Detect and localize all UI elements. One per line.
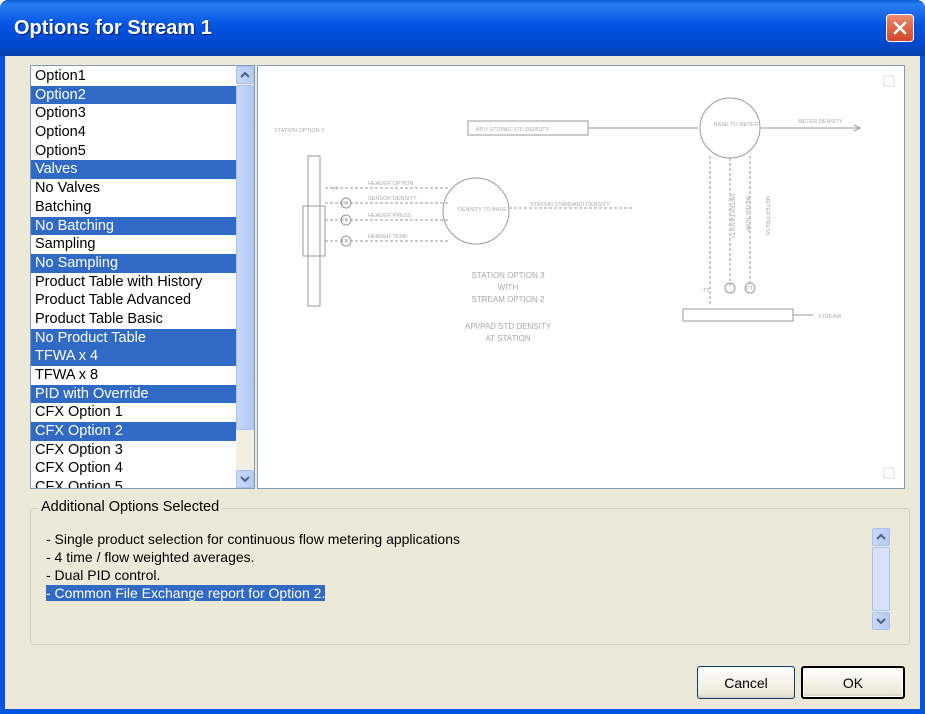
list-item[interactable]: Option5 xyxy=(31,142,237,161)
list-item[interactable]: Sampling xyxy=(31,235,237,254)
list-item[interactable]: Option1 xyxy=(31,67,237,86)
scroll-up-button[interactable] xyxy=(236,66,254,84)
window-title: Options for Stream 1 xyxy=(14,17,212,39)
meter-circle-label: BASE TO METER xyxy=(714,122,758,128)
list-item[interactable]: Option2 xyxy=(31,85,237,105)
scroll-thumb[interactable] xyxy=(236,85,254,430)
tag-2: DT xyxy=(341,201,349,207)
station-option-label: STATION OPTION 3 xyxy=(274,128,324,134)
tag-1: TT xyxy=(332,187,339,193)
text-scroll-up-button[interactable] xyxy=(872,528,890,546)
header-label-3: HEADER PRESS xyxy=(368,213,411,219)
list-item[interactable]: Product Table Advanced xyxy=(31,291,237,310)
close-button[interactable] xyxy=(886,14,914,42)
additional-option-text: - Common File Exchange report for Option… xyxy=(46,585,326,601)
options-list-items: Option1 Option2 Option3 Option4 Option5 Valve… xyxy=(31,67,237,488)
text-scroll-down-button[interactable] xyxy=(872,612,890,630)
list-item[interactable]: Batching xyxy=(31,198,237,217)
list-item[interactable]: Product Table with History xyxy=(31,273,237,292)
vertical-label-1: METER DENSITY xyxy=(729,194,735,239)
chevron-up-icon xyxy=(240,71,250,78)
options-listbox[interactable]: Option1 Option2 Option3 Option4 Option5 Valve… xyxy=(30,65,255,489)
vertical-label-2: METER TEMP xyxy=(744,196,750,232)
chevron-down-icon xyxy=(876,618,886,625)
list-item[interactable]: Option4 xyxy=(31,123,237,142)
list-item[interactable]: CFX Option 1 xyxy=(31,403,237,422)
additional-option-text: - Dual PID control. xyxy=(46,567,161,583)
additional-options-scrollbar[interactable] xyxy=(872,528,890,630)
options-dialog: Options for Stream 1 Option1 Option2 Optio… xyxy=(0,0,925,714)
list-item[interactable]: TFWA x 4 xyxy=(31,347,237,366)
scroll-down-button[interactable] xyxy=(236,470,254,488)
stream-label: STREAM xyxy=(818,314,841,320)
tag-3: PT xyxy=(341,218,349,224)
list-item[interactable]: No Batching xyxy=(31,216,237,236)
piping-diagram: STATION OPTION 3 API / STDPAD STD DENSIT… xyxy=(274,75,895,479)
list-item[interactable]: CFX Option 5 xyxy=(31,478,237,488)
list-item[interactable]: No Product Table xyxy=(31,328,237,348)
chevron-down-icon xyxy=(240,476,250,483)
window-frame-bottom xyxy=(0,709,925,714)
header-label-2: SENSOR DENSITY xyxy=(368,196,417,202)
api-box-label: API / STDPAD STD DENSITY xyxy=(476,127,550,133)
meter-tag-2: PT xyxy=(746,286,754,292)
additional-option-line: - Single product selection for continuou… xyxy=(46,530,866,548)
diagram-corner-mark-top xyxy=(883,75,895,87)
close-icon xyxy=(893,21,907,35)
list-item[interactable]: PID with Override xyxy=(31,384,237,404)
diagram-corner-mark-bottom xyxy=(883,467,895,479)
title-bar[interactable]: Options for Stream 1 xyxy=(0,0,925,56)
caption2-line-1: API/PAD STD DENSITY xyxy=(465,322,552,331)
list-item[interactable]: CFX Option 4 xyxy=(31,459,237,478)
list-item[interactable]: CFX Option 2 xyxy=(31,422,237,441)
list-item[interactable]: Option3 xyxy=(31,104,237,123)
additional-option-line: - 4 time / flow weighted averages. xyxy=(46,548,866,566)
list-item[interactable]: No Valves xyxy=(31,179,237,198)
meter-tag-1: TT xyxy=(703,288,710,294)
tag-4: TT xyxy=(341,239,348,245)
additional-options-lines: - Single product selection for continuou… xyxy=(46,530,866,602)
option-diagram-panel: STATION OPTION 3 API / STDPAD STD DENSIT… xyxy=(257,65,905,489)
dialog-client-area: Option1 Option2 Option3 Option4 Option5 Valve… xyxy=(5,56,920,709)
caption-line-2: WITH xyxy=(498,283,519,292)
additional-option-text: - Single product selection for continuou… xyxy=(46,531,461,547)
text-scroll-thumb[interactable] xyxy=(872,547,890,611)
caption2-line-2: AT STATION xyxy=(485,334,530,343)
meter-density-label: METER DENSITY xyxy=(798,119,843,125)
list-item[interactable]: Valves xyxy=(31,160,237,180)
caption-line-1: STATION OPTION 3 xyxy=(471,271,545,280)
station-standard-label: STATION STANDARD DENSITY xyxy=(530,202,610,208)
ok-button[interactable]: OK xyxy=(801,666,905,699)
list-item[interactable]: Product Table Basic xyxy=(31,310,237,329)
density-circle-label: DENSITY TO BASE xyxy=(458,207,507,213)
additional-options-legend: Additional Options Selected xyxy=(38,499,223,515)
list-item[interactable]: TFWA x 8 xyxy=(31,366,237,385)
additional-option-line: - Common File Exchange report for Option… xyxy=(46,584,866,602)
chevron-up-icon xyxy=(876,533,886,540)
additional-option-line: - Dual PID control. xyxy=(46,566,866,584)
list-item[interactable]: CFX Option 3 xyxy=(31,441,237,460)
window-frame-right xyxy=(920,56,925,714)
cancel-button[interactable]: Cancel xyxy=(697,666,795,699)
caption-line-3: STREAM OPTION 2 xyxy=(472,295,545,304)
list-item[interactable]: No Sampling xyxy=(31,253,237,273)
header-label-1: HEADER OPTION xyxy=(368,181,414,187)
header-label-4: HEADER TEMP xyxy=(368,234,408,240)
vertical-label-3: METER PRESS xyxy=(764,196,770,236)
additional-options-text[interactable]: - Single product selection for continuou… xyxy=(40,524,892,634)
options-list-scrollbar[interactable] xyxy=(236,66,254,488)
additional-option-text: - 4 time / flow weighted averages. xyxy=(46,549,255,565)
